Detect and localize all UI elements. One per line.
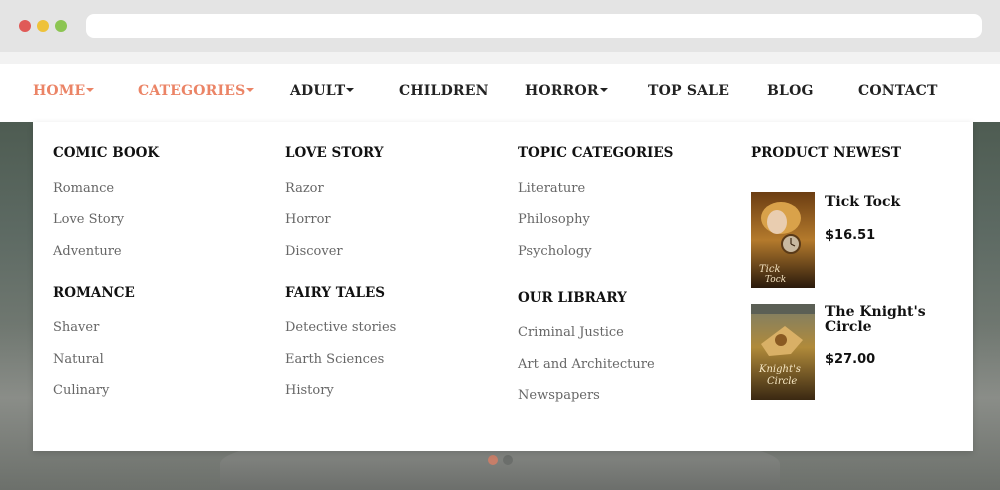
group-title-fairy-tales: FAIRY TALES xyxy=(285,285,386,301)
group-title-our-library: OUR LIBRARY xyxy=(518,290,627,306)
nav-item-children[interactable]: CHILDREN xyxy=(399,83,489,99)
nav-item-horror[interactable]: HORROR xyxy=(525,83,608,99)
main-navigation: HOME CATEGORIES ADULT CHILDREN HORROR TO… xyxy=(0,64,1000,122)
svg-text:Knight's: Knight's xyxy=(758,364,801,375)
menu-link[interactable]: Newspapers xyxy=(518,388,600,403)
browser-toolbar xyxy=(0,0,1000,52)
slider-dot-1[interactable] xyxy=(488,455,498,465)
nav-item-label: ADULT xyxy=(290,83,346,99)
menu-link[interactable]: Romance xyxy=(53,181,114,196)
nav-item-label: HORROR xyxy=(525,83,599,99)
nav-item-blog[interactable]: BLOG xyxy=(767,83,814,99)
menu-link[interactable]: Philosophy xyxy=(518,212,590,227)
address-bar[interactable] xyxy=(86,14,982,38)
menu-link[interactable]: Shaver xyxy=(53,320,99,335)
nav-item-label: HOME xyxy=(33,83,86,99)
product-price: $16.51 xyxy=(825,228,876,243)
menu-link[interactable]: Culinary xyxy=(53,383,109,398)
nav-item-adult[interactable]: ADULT xyxy=(290,83,355,99)
group-title-product-newest: PRODUCT NEWEST xyxy=(751,145,901,161)
product-name[interactable]: Tick Tock xyxy=(825,195,945,210)
caret-down-icon xyxy=(86,88,95,92)
menu-link[interactable]: Razor xyxy=(285,181,324,196)
categories-mega-menu: COMIC BOOK Romance Love Story Adventure … xyxy=(33,122,973,451)
nav-item-label: BLOG xyxy=(767,83,814,99)
menu-link[interactable]: History xyxy=(285,383,334,398)
nav-item-categories[interactable]: CATEGORIES xyxy=(138,83,255,99)
nav-item-top-sale[interactable]: TOP SALE xyxy=(648,83,729,99)
slider-dot-2[interactable] xyxy=(503,455,513,465)
book-cover-knights-circle-icon: Knight's Circle xyxy=(751,304,815,400)
menu-link[interactable]: Art and Architecture xyxy=(518,357,655,372)
menu-link[interactable]: Criminal Justice xyxy=(518,325,624,340)
group-title-romance: ROMANCE xyxy=(53,285,135,301)
nav-item-home[interactable]: HOME xyxy=(33,83,95,99)
product-price: $27.00 xyxy=(825,352,876,367)
group-title-comic-book: COMIC BOOK xyxy=(53,145,160,161)
menu-link[interactable]: Detective stories xyxy=(285,320,396,335)
svg-text:Tock: Tock xyxy=(765,275,786,285)
nav-item-label: TOP SALE xyxy=(648,83,730,99)
menu-link[interactable]: Discover xyxy=(285,244,343,259)
nav-item-label: CONTACT xyxy=(858,83,938,99)
close-window-icon[interactable] xyxy=(19,20,31,32)
menu-link[interactable]: Literature xyxy=(518,181,585,196)
page-top-spacer xyxy=(0,52,1000,64)
group-title-love-story: LOVE STORY xyxy=(285,145,384,161)
svg-text:Circle: Circle xyxy=(767,376,797,387)
book-cover-image[interactable]: Knight's Circle xyxy=(751,304,815,400)
menu-link[interactable]: Natural xyxy=(53,352,104,367)
menu-link[interactable]: Love Story xyxy=(53,212,124,227)
caret-down-icon xyxy=(346,88,355,92)
book-cover-image[interactable]: Tick Tock xyxy=(751,192,815,288)
maximize-window-icon[interactable] xyxy=(55,20,67,32)
minimize-window-icon[interactable] xyxy=(37,20,49,32)
group-title-topic-categories: TOPIC CATEGORIES xyxy=(518,145,674,161)
svg-text:Tick: Tick xyxy=(759,264,781,275)
nav-item-contact[interactable]: CONTACT xyxy=(858,83,938,99)
nav-item-label: CATEGORIES xyxy=(138,83,246,99)
menu-link[interactable]: Horror xyxy=(285,212,331,227)
nav-item-label: CHILDREN xyxy=(399,83,489,99)
caret-down-icon xyxy=(246,88,255,92)
product-name[interactable]: The Knight's Circle xyxy=(825,305,945,335)
caret-down-icon xyxy=(599,88,608,92)
menu-link[interactable]: Earth Sciences xyxy=(285,352,384,367)
menu-link[interactable]: Psychology xyxy=(518,244,592,259)
menu-link[interactable]: Adventure xyxy=(53,244,122,259)
book-cover-tick-tock-icon: Tick Tock xyxy=(751,192,815,288)
